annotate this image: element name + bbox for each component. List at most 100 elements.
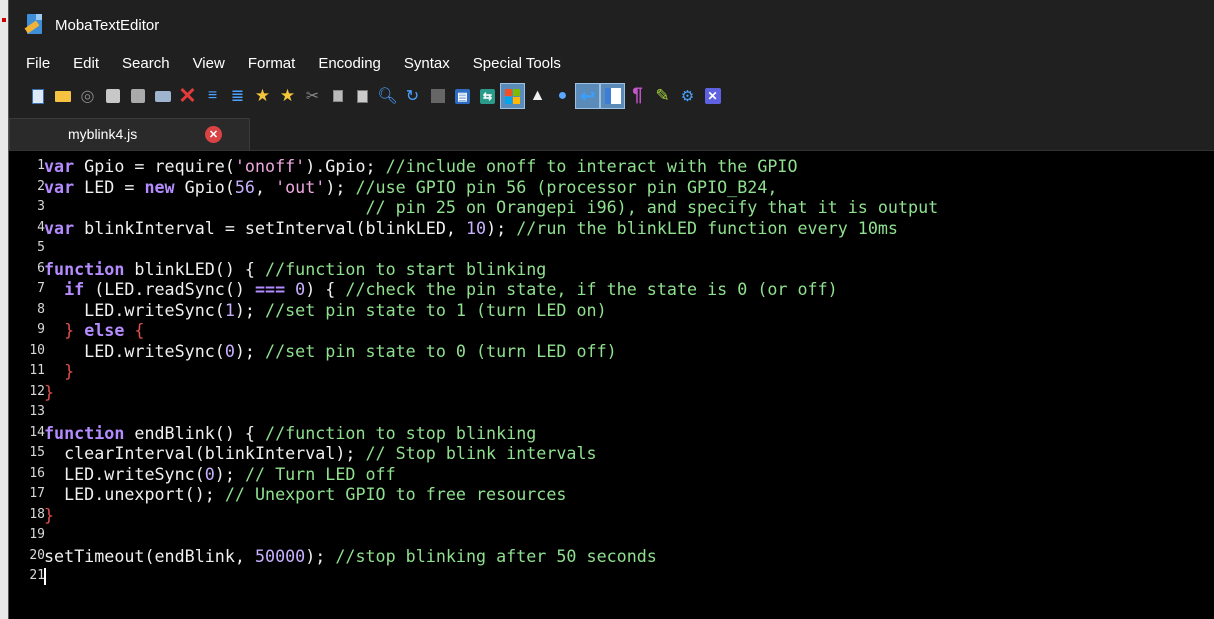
code-token: } (44, 504, 55, 525)
window-title: MobaTextEditor (55, 16, 160, 34)
code-line[interactable]: 2 var LED = new Gpio(56, 'out'); //use GP… (9, 177, 1214, 198)
open-folder-icon[interactable] (51, 84, 74, 108)
code-line[interactable]: 1 var Gpio = require('onoff').Gpio; //inc… (9, 156, 1214, 177)
compare-icon[interactable] (426, 84, 449, 108)
bookmark-next-icon[interactable]: ★ (276, 84, 299, 108)
title-bar[interactable]: MobaTextEditor (9, 0, 1214, 50)
code-line[interactable]: 13 (9, 402, 1214, 423)
code-token: } (64, 320, 75, 340)
windows-eol-icon[interactable] (500, 83, 525, 109)
code-token: clearInterval(blinkInterval); (44, 443, 366, 463)
code-line[interactable]: 20 setTimeout(endBlink, 50000); //stop bl… (9, 546, 1214, 567)
code-token: // Stop blink intervals (365, 443, 597, 463)
show-symbols-icon[interactable]: ¶ (626, 84, 649, 108)
code-token: ); (486, 217, 517, 238)
sync-icon[interactable]: ⇆ (476, 84, 499, 108)
paste-icon[interactable] (351, 84, 374, 108)
code-line[interactable]: 7 if (LED.readSync() === 0) { //check th… (9, 279, 1214, 300)
indent-less-icon[interactable]: ≡ (201, 84, 224, 108)
menu-syntax[interactable]: Syntax (404, 55, 450, 72)
tab-myblink4-js[interactable]: myblink4.js ✕ (9, 118, 250, 150)
menu-edit[interactable]: Edit (73, 55, 99, 72)
split-view-icon[interactable]: ▤ (451, 84, 474, 108)
code-token: //set pin state to 1 (turn LED on) (265, 299, 607, 320)
code-line[interactable]: 18} (9, 505, 1214, 526)
menu-special-tools[interactable]: Special Tools (473, 55, 561, 72)
code-token: //function to start blinking (265, 258, 547, 279)
code-token: { (134, 320, 145, 340)
code-token: 56 (234, 176, 255, 197)
highlight-icon[interactable]: ✎ (651, 84, 674, 108)
line-number: 14 (29, 424, 45, 440)
code-line[interactable]: 5 (9, 238, 1214, 259)
reload-icon[interactable]: ◎ (76, 84, 99, 108)
save-all-icon[interactable] (126, 84, 149, 108)
code-text: function endBlink() { //function to stop… (44, 423, 536, 444)
code-token: (LED.readSync() (84, 279, 255, 299)
line-number: 7 (37, 281, 45, 296)
code-line[interactable]: 21 (9, 566, 1214, 587)
line-number: 21 (29, 568, 45, 583)
line-number: 11 (29, 363, 45, 378)
code-token: === (254, 279, 286, 299)
menu-format[interactable]: Format (248, 55, 296, 72)
menu-view[interactable]: View (193, 55, 225, 72)
close-icon[interactable]: ✕ (176, 83, 199, 108)
settings-icon[interactable]: ⚙ (676, 84, 699, 108)
menu-encoding[interactable]: Encoding (318, 55, 381, 72)
code-line[interactable]: 16 LED.writeSync(0); // Turn LED off (9, 464, 1214, 485)
code-text: var LED = new Gpio(56, 'out'); //use GPI… (44, 177, 777, 198)
cut-icon[interactable]: ✂ (301, 84, 324, 108)
code-editor[interactable]: 1 var Gpio = require('onoff').Gpio; //inc… (9, 150, 1214, 619)
code-line[interactable]: 12} (9, 382, 1214, 403)
code-text: var Gpio = require('onoff').Gpio; //incl… (44, 156, 798, 177)
code-text (44, 566, 46, 587)
code-line[interactable]: 4 var blinkInterval = setInterval(blinkLE… (9, 218, 1214, 239)
code-token: // pin 25 on Orangepi i96), and specify … (365, 197, 939, 217)
tab-close-icon[interactable]: ✕ (205, 126, 222, 143)
code-line[interactable]: 8 LED.writeSync(1); //set pin state to 1… (9, 300, 1214, 321)
code-line[interactable]: 10 LED.writeSync(0); //set pin state to … (9, 341, 1214, 362)
line-number: 20 (29, 547, 45, 563)
code-line[interactable]: 3 // pin 25 on Orangepi i96), and specif… (9, 197, 1214, 218)
replace-icon[interactable]: ↻ (401, 84, 424, 108)
copy-icon[interactable] (326, 84, 349, 108)
code-text: } else { (44, 320, 144, 341)
code-token: LED.unexport(); (44, 484, 225, 504)
new-file-icon[interactable] (26, 84, 49, 108)
code-token: function (44, 422, 125, 443)
linux-eol-icon[interactable]: ▲ (526, 84, 549, 108)
print-icon[interactable] (151, 84, 174, 108)
mac-eol-icon[interactable]: ● (551, 84, 574, 108)
code-line[interactable]: 19 (9, 525, 1214, 546)
code-token: //use GPIO pin 56 (processor pin GPIO_B2… (355, 176, 778, 197)
code-token: LED = (74, 176, 145, 197)
menu-file[interactable]: File (26, 55, 50, 72)
side-panel-icon[interactable] (600, 83, 625, 109)
code-token: ).Gpio; (305, 156, 386, 176)
indent-more-icon[interactable]: ≣ (226, 84, 249, 108)
code-token: } (44, 381, 55, 402)
code-lines: 1 var Gpio = require('onoff').Gpio; //inc… (9, 156, 1214, 587)
code-line[interactable]: 11 } (9, 361, 1214, 382)
find-icon[interactable]: 🔍︎ (376, 84, 399, 108)
code-line[interactable]: 6 function blinkLED() { //function to sta… (9, 259, 1214, 280)
exit-icon[interactable]: ✕ (701, 84, 724, 108)
code-line[interactable]: 9 } else { (9, 320, 1214, 341)
editor-window: MobaTextEditor File Edit Search View For… (8, 0, 1214, 619)
code-line[interactable]: 17 LED.unexport(); // Unexport GPIO to f… (9, 484, 1214, 505)
code-token: if (64, 279, 85, 299)
menu-search[interactable]: Search (122, 55, 170, 72)
code-line[interactable]: 15 clearInterval(blinkInterval); // Stop… (9, 443, 1214, 464)
code-token: 0 (204, 463, 215, 484)
code-line[interactable]: 14 function endBlink() { //function to st… (9, 423, 1214, 444)
save-icon[interactable] (101, 84, 124, 108)
line-number: 5 (37, 240, 45, 255)
bookmark-icon[interactable]: ★ (251, 84, 274, 108)
code-text: LED.unexport(); // Unexport GPIO to free… (44, 484, 566, 505)
code-token: LED.writeSync( (44, 463, 205, 484)
word-wrap-icon[interactable]: ↩ (575, 83, 600, 109)
